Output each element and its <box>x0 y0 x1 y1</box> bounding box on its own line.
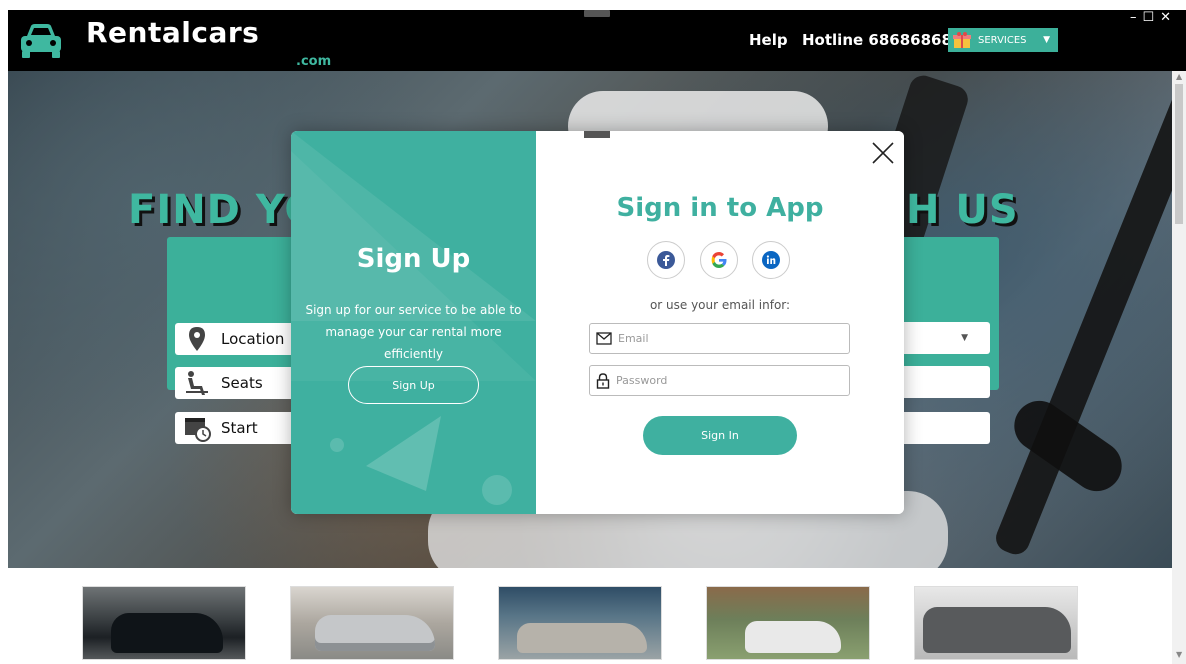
drag-handle[interactable] <box>584 10 610 17</box>
top-header: Rentalcars .com Help Hotline 68686868 SE… <box>8 10 1186 71</box>
signup-button[interactable]: Sign Up <box>348 366 479 404</box>
scrollbar-thumb[interactable] <box>1175 84 1183 224</box>
calendar-clock-icon <box>185 418 211 442</box>
password-field-wrapper[interactable] <box>589 365 850 396</box>
car-thumbnail[interactable] <box>706 586 870 660</box>
scroll-up-icon[interactable]: ▲ <box>1176 72 1182 81</box>
minimize-button[interactable]: – <box>1130 10 1137 25</box>
start-field[interactable]: Start <box>175 412 295 444</box>
chevron-down-icon: ▼ <box>961 333 968 343</box>
google-login-button[interactable] <box>700 241 738 279</box>
car-shape <box>111 613 223 653</box>
hotline-link[interactable]: Hotline 68686868 <box>798 31 948 49</box>
email-field-wrapper[interactable] <box>589 323 850 354</box>
map-pin-icon <box>189 327 205 351</box>
signup-title: Sign Up <box>356 244 471 274</box>
services-label: SERVICES <box>978 34 1027 46</box>
seat-icon <box>186 371 208 395</box>
google-icon <box>711 252 727 268</box>
signin-button[interactable]: Sign In <box>643 416 797 455</box>
seats-label: Seats <box>221 374 263 392</box>
brand-suffix: .com <box>296 54 332 69</box>
seats-select[interactable] <box>896 366 990 398</box>
facebook-login-button[interactable] <box>647 241 685 279</box>
hero-title-right: H US <box>906 187 1019 233</box>
window-controls: – ☐ ✕ <box>1130 10 1171 25</box>
car-thumbnail[interactable] <box>82 586 246 660</box>
signup-panel: Sign Up Sign up for our service to be ab… <box>291 131 536 514</box>
signin-title: Sign in to App <box>616 193 824 223</box>
app-window: Rentalcars .com Help Hotline 68686868 SE… <box>0 0 1186 664</box>
location-label: Location <box>221 330 285 348</box>
start-date-input[interactable] <box>896 412 990 444</box>
location-select[interactable]: ▼ <box>896 322 990 354</box>
hotline-text: Hotline 68686868 <box>802 31 948 49</box>
envelope-icon <box>596 332 612 345</box>
car-shape <box>315 615 435 651</box>
modal-drag-handle[interactable] <box>584 131 610 138</box>
signin-panel: Sign in to App or use your email infor: <box>536 131 904 514</box>
email-divider-text: or use your email infor: <box>649 298 791 312</box>
chevron-down-icon: ▼ <box>1043 35 1050 45</box>
close-window-button[interactable]: ✕ <box>1160 10 1171 25</box>
car-thumbnail[interactable] <box>498 586 662 660</box>
car-shape <box>745 621 841 653</box>
lock-icon <box>596 372 610 389</box>
help-link[interactable]: Help <box>749 31 788 49</box>
seats-field[interactable]: Seats <box>175 367 295 399</box>
car-thumbnail[interactable] <box>914 586 1078 660</box>
gift-icon <box>953 32 971 48</box>
close-icon[interactable] <box>871 141 895 165</box>
maximize-button[interactable]: ☐ <box>1143 10 1155 25</box>
location-field[interactable]: Location <box>175 323 295 355</box>
car-shape <box>517 623 647 653</box>
brand-name[interactable]: Rentalcars <box>86 16 259 49</box>
scroll-down-icon[interactable]: ▼ <box>1176 650 1182 659</box>
password-input[interactable] <box>616 374 836 387</box>
car-shape <box>923 607 1071 653</box>
car-icon[interactable] <box>16 18 66 62</box>
auth-modal: Sign Up Sign up for our service to be ab… <box>291 131 904 514</box>
email-input[interactable] <box>618 332 838 345</box>
facebook-icon <box>657 251 675 269</box>
start-label: Start <box>221 419 258 437</box>
linkedin-login-button[interactable] <box>752 241 790 279</box>
car-thumbnail[interactable] <box>290 586 454 660</box>
signup-description: Sign up for our service to be able to ma… <box>305 303 522 361</box>
linkedin-icon <box>762 251 780 269</box>
services-dropdown[interactable]: SERVICES ▼ <box>948 28 1058 52</box>
